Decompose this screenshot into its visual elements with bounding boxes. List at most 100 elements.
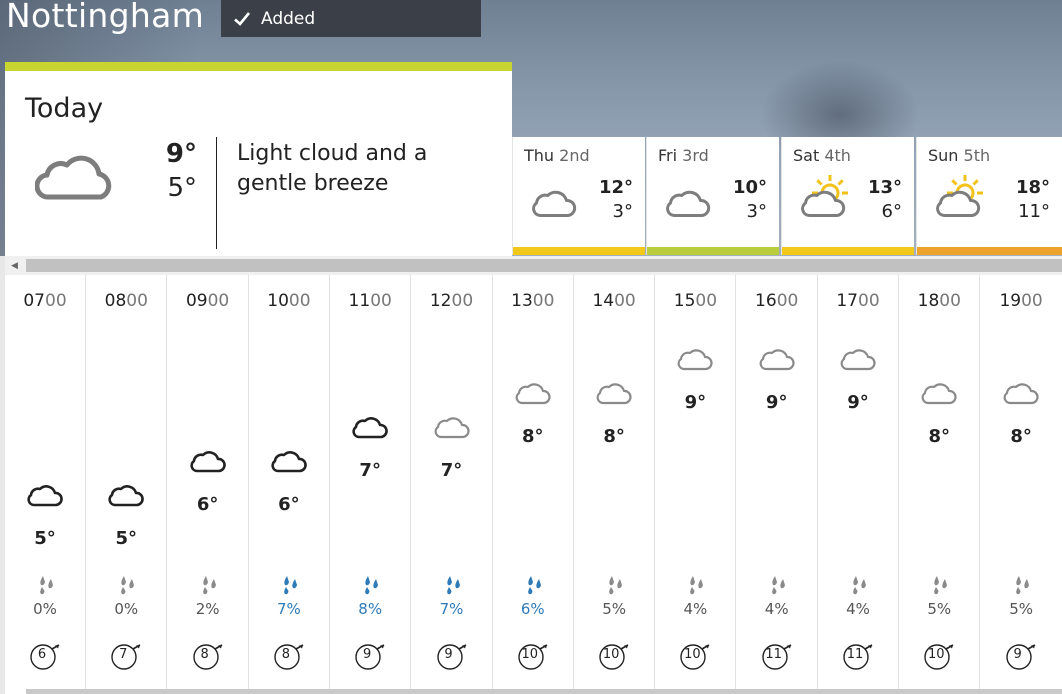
wind-speed: 11 <box>765 647 782 662</box>
cloud-icon <box>108 485 145 507</box>
today-panel[interactable]: Today 9° 5° Light cloud and a gentle bre… <box>5 62 512 256</box>
day-max-temp: 13° <box>867 177 902 198</box>
hour-time: 1400 <box>592 291 636 311</box>
hour-time: 1600 <box>755 291 799 311</box>
hour-time: 1700 <box>836 291 880 311</box>
day-min-temp: 3° <box>746 201 767 222</box>
cloud-icon <box>759 349 795 371</box>
cloud-icon <box>840 349 876 371</box>
hour-column[interactable]: 1500 9° 4% 10 <box>655 275 737 689</box>
day-max-temp: 10° <box>732 177 767 198</box>
rain-chance: 5% <box>602 600 626 618</box>
hour-column[interactable]: 0900 6° 2% 8 <box>168 275 249 689</box>
day-card[interactable]: Sat 4th 13° 6° <box>781 137 914 255</box>
cloud-icon <box>189 451 226 473</box>
divider <box>216 137 217 249</box>
wind-speed: 11 <box>846 647 864 662</box>
scrollbar-thumb[interactable] <box>26 259 1062 272</box>
rain-chance: 8% <box>358 600 383 618</box>
location-title: Nottingham <box>6 0 205 35</box>
hour-temp: 8° <box>1010 426 1032 447</box>
hour-column[interactable]: 1600 9° 4% 11 <box>737 275 818 689</box>
hour-column[interactable]: 1700 9° 4% 11 <box>818 275 899 689</box>
scroll-left-arrow-icon[interactable]: ◀ <box>5 256 24 275</box>
cloud-icon <box>677 349 713 371</box>
day-card[interactable]: Sun 5th 18° 11° <box>916 137 1062 255</box>
wind-speed: 10 <box>928 647 945 662</box>
hour-temp: 6° <box>196 494 219 515</box>
light-cloud-icon <box>532 190 577 217</box>
day-name: Fri 3rd <box>658 146 709 165</box>
hour-temp: 6° <box>278 494 300 515</box>
added-location-button[interactable]: Added <box>221 0 481 37</box>
hourly-forecast: 0700 5° 0% 6 0800 5° 0% 7 0900 6° 2% 8 1000 6° 7% 8 1100… <box>5 275 1062 689</box>
wind-speed: 8 <box>281 647 291 662</box>
cloud-icon <box>352 417 388 439</box>
hour-temp: 7° <box>440 460 463 481</box>
day-card[interactable]: Fri 3rd 10° 3° <box>646 137 779 255</box>
rain-chance: 6% <box>520 600 545 618</box>
rain-chance: 4% <box>764 600 789 618</box>
hour-column[interactable]: 0800 5° 0% 7 <box>86 275 168 689</box>
rain-chance: 2% <box>195 600 220 618</box>
hour-column[interactable]: 1300 8° 6% 10 <box>493 275 574 689</box>
hour-time: 1200 <box>429 291 474 311</box>
raindrop-icon <box>365 576 379 595</box>
rain-chance: 7% <box>439 600 464 618</box>
hour-time: 1800 <box>917 291 961 311</box>
day-temperature-bar <box>782 247 914 255</box>
hour-column[interactable]: 1400 8° 5% 10 <box>574 275 656 689</box>
hour-column[interactable]: 1000 6° 7% 8 <box>249 275 330 689</box>
today-label: Today <box>25 93 104 124</box>
raindrop-icon <box>853 576 866 595</box>
hour-column[interactable]: 1100 7° 8% 9 <box>330 275 412 689</box>
today-description: Light cloud and a gentle breeze <box>237 141 428 196</box>
cloud-icon <box>271 451 307 473</box>
day-name: Sat 4th <box>793 146 851 165</box>
hour-time: 0900 <box>185 291 230 311</box>
day-temperature-bar <box>647 247 779 255</box>
day-card[interactable]: Thu 2nd 12° 3° <box>512 137 645 255</box>
hour-time: 1000 <box>267 291 311 311</box>
cloud-icon <box>1003 383 1039 405</box>
hour-time: 1900 <box>999 291 1043 311</box>
hour-time: 1300 <box>511 291 555 311</box>
hour-temp: 9° <box>765 392 788 413</box>
cloud-icon <box>921 383 957 405</box>
raindrop-icon <box>1015 576 1029 595</box>
hour-time: 1500 <box>673 291 718 311</box>
wind-speed: 10 <box>602 647 620 662</box>
day-max-temp: 18° <box>1015 177 1050 198</box>
raindrop-icon <box>690 576 704 595</box>
rain-chance: 0% <box>114 600 139 618</box>
light-cloud-icon <box>35 155 112 200</box>
hour-column[interactable]: 1200 7° 7% 9 <box>412 275 493 689</box>
hour-column[interactable]: 1900 8° 5% 9 <box>981 275 1062 689</box>
sunny-intervals-icon <box>936 175 983 217</box>
today-min-temp: 5° <box>167 173 197 203</box>
cloud-icon <box>434 417 470 439</box>
raindrop-icon <box>284 576 297 595</box>
raindrop-icon <box>121 576 135 595</box>
wind-speed: 10 <box>521 647 539 662</box>
raindrop-icon <box>202 576 216 595</box>
today-max-temp: 9° <box>165 139 197 169</box>
hour-time: 1100 <box>348 291 392 311</box>
wind-speed: 6 <box>37 647 47 662</box>
rain-chance: 4% <box>683 600 708 618</box>
hour-column[interactable]: 1800 8° 5% 10 <box>899 275 981 689</box>
wind-speed: 7 <box>119 647 128 662</box>
rain-chance: 5% <box>1009 600 1033 618</box>
hour-time: 0700 <box>23 291 67 311</box>
hour-column[interactable]: 0700 5° 0% 6 <box>5 275 86 689</box>
day-name: Thu 2nd <box>524 146 590 165</box>
rain-chance: 7% <box>276 600 301 618</box>
cloud-icon <box>596 383 632 405</box>
bottom-scrollbar[interactable] <box>26 689 1062 694</box>
hour-temp: 8° <box>522 426 544 447</box>
wind-speed: 8 <box>200 647 209 662</box>
hour-temp: 8° <box>928 426 951 447</box>
hour-temp: 5° <box>115 528 138 549</box>
checkmark-icon <box>234 11 251 26</box>
raindrop-icon <box>934 576 948 595</box>
